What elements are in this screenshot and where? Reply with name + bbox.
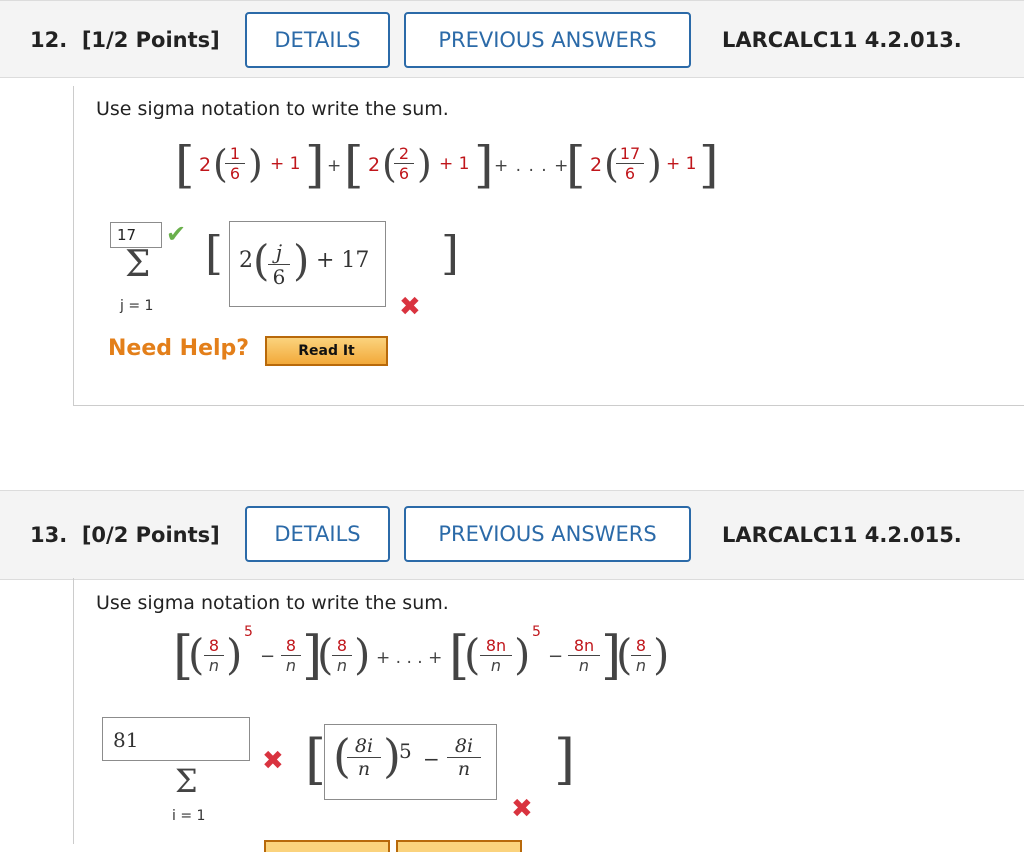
exponent-5: 5 xyxy=(399,739,412,763)
question-13-header: 13. [0/2 Points] DETAILS PREVIOUS ANSWER… xyxy=(0,490,1024,580)
left-bracket: [ xyxy=(566,136,586,194)
right-bracket: ] xyxy=(474,136,494,194)
right-paren: ) xyxy=(226,630,243,679)
right-paren: ) xyxy=(293,236,310,285)
plus-one: + 1 xyxy=(270,154,301,174)
left-bracket: [ xyxy=(344,136,364,194)
left-paren: ( xyxy=(317,630,334,679)
coef-2: 2 xyxy=(368,154,381,176)
minus-sign: − xyxy=(548,646,564,667)
question-12-body: Use sigma notation to write the sum. [ 2… xyxy=(73,86,1024,406)
fraction-j-6: j6 xyxy=(268,240,290,289)
right-paren: ) xyxy=(248,142,263,186)
coef-2: 2 xyxy=(590,154,603,176)
details-button[interactable]: DETAILS xyxy=(245,12,390,68)
ellipsis: + . . . + xyxy=(494,156,570,176)
sigma-icon: Σ xyxy=(125,244,151,285)
problem-id: LARCALC11 4.2.013. xyxy=(722,28,962,52)
exponent-5: 5 xyxy=(244,624,253,640)
plus-one: + 1 xyxy=(666,154,697,174)
lower-limit: j = 1 xyxy=(120,298,154,314)
question-number: 13. [0/2 Points] xyxy=(30,523,220,547)
sigma-icon: Σ xyxy=(175,762,198,800)
minus-sign: − xyxy=(260,646,276,667)
prompt-text: Use sigma notation to write the sum. xyxy=(96,592,449,614)
right-paren: ) xyxy=(354,630,371,679)
left-paren: ( xyxy=(188,630,205,679)
coef-2: 2 xyxy=(199,154,212,176)
fraction-8-n: 8n xyxy=(281,636,301,675)
fraction-8-n: 8n xyxy=(631,636,651,675)
fraction-8n-n: 8n n xyxy=(568,636,600,675)
right-paren: ) xyxy=(653,630,670,679)
read-it-button[interactable]: Read It xyxy=(265,336,388,366)
fraction-8-n: 8n xyxy=(204,636,224,675)
plus-sign: + xyxy=(327,156,342,176)
left-paren: ( xyxy=(616,630,633,679)
fraction-8i-n: 8i n xyxy=(447,735,481,780)
question-13-body: Use sigma notation to write the sum. [ (… xyxy=(73,578,1024,852)
left-bracket: [ xyxy=(305,728,327,791)
right-bracket: ] xyxy=(305,136,325,194)
left-paren: ( xyxy=(464,630,481,679)
fraction-8-n: 8n xyxy=(332,636,352,675)
left-bracket: [ xyxy=(175,136,195,194)
ellipsis: + . . . + xyxy=(376,648,443,668)
previous-answers-button[interactable]: PREVIOUS ANSWERS xyxy=(404,506,691,562)
fraction-8i-n: 8i n xyxy=(347,735,381,780)
checkmark-icon: ✔ xyxy=(166,220,187,248)
question-number: 12. [1/2 Points] xyxy=(30,28,220,52)
summand-input[interactable]: 2 ( j6 ) + 17 xyxy=(229,221,386,307)
watch-it-button[interactable] xyxy=(396,840,522,852)
right-bracket: ] xyxy=(441,226,459,280)
plus-one: + 1 xyxy=(439,154,470,174)
prompt-text: Use sigma notation to write the sum. xyxy=(96,98,449,120)
right-bracket: ] xyxy=(554,728,576,791)
incorrect-x-icon: ✖ xyxy=(262,746,284,776)
summand-input[interactable]: ( 8i n ) 5 − 8i n xyxy=(324,724,497,800)
fraction-1-6: 16 xyxy=(225,144,245,183)
question-12-header: 12. [1/2 Points] DETAILS PREVIOUS ANSWER… xyxy=(0,0,1024,78)
fraction-8n-n: 8n n xyxy=(480,636,512,675)
previous-answers-button[interactable]: PREVIOUS ANSWERS xyxy=(404,12,691,68)
problem-id: LARCALC11 4.2.015. xyxy=(722,523,962,547)
right-paren: ) xyxy=(514,630,531,679)
incorrect-x-icon: ✖ xyxy=(511,794,533,824)
need-help-label: Need Help? xyxy=(108,336,250,361)
right-paren: ) xyxy=(417,142,432,186)
upper-limit-input[interactable]: 81 xyxy=(102,717,250,761)
left-paren: ( xyxy=(253,236,270,285)
exponent-5: 5 xyxy=(532,624,541,640)
right-bracket: ] xyxy=(699,136,719,194)
read-it-button[interactable] xyxy=(264,840,390,852)
lower-limit: i = 1 xyxy=(172,808,206,824)
details-button[interactable]: DETAILS xyxy=(245,506,390,562)
fraction-17-6: 17 6 xyxy=(616,144,644,183)
right-paren: ) xyxy=(647,142,662,186)
left-bracket: [ xyxy=(205,226,223,280)
fraction-2-6: 26 xyxy=(394,144,414,183)
minus-sign: − xyxy=(423,747,440,771)
incorrect-x-icon: ✖ xyxy=(399,292,421,322)
